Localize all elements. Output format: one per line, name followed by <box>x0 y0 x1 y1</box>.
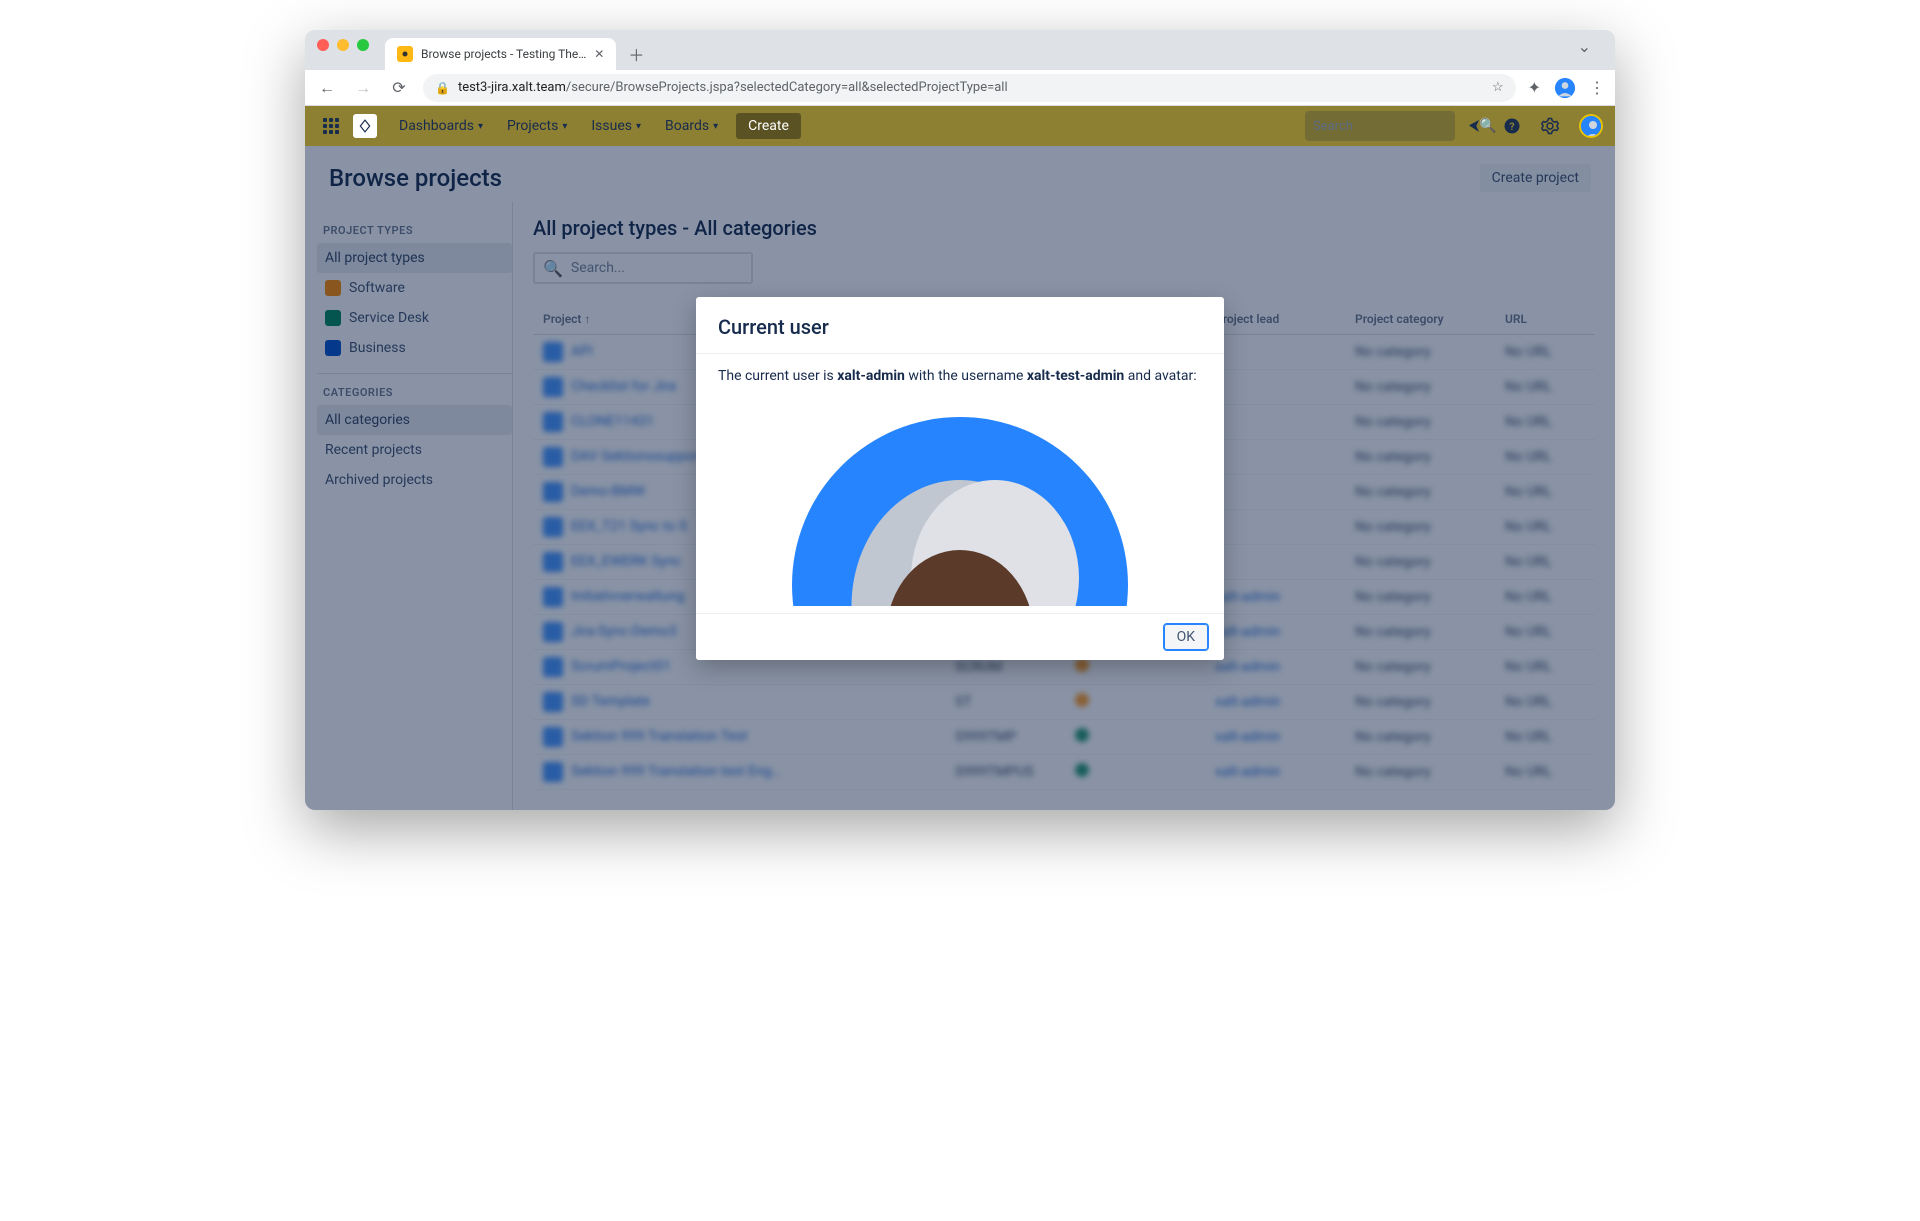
maximize-window-button[interactable] <box>357 39 369 51</box>
minimize-window-button[interactable] <box>337 39 349 51</box>
modal-body: The current user is xalt-admin with the … <box>696 353 1224 613</box>
extensions-icon[interactable]: ✦ <box>1528 78 1541 97</box>
modal-title: Current user <box>696 297 1224 353</box>
lock-icon: 🔒 <box>435 81 450 95</box>
forward-button[interactable]: → <box>351 78 375 98</box>
nav-search[interactable]: 🔍 <box>1305 111 1455 141</box>
address-bar: ← → ⟳ 🔒 test3-jira.xalt.team/secure/Brow… <box>305 70 1615 106</box>
chevron-down-icon: ▾ <box>713 121 718 132</box>
feedback-icon[interactable] <box>1459 106 1491 146</box>
star-icon[interactable]: ☆ <box>1492 80 1504 95</box>
nav-search-input[interactable] <box>1313 119 1479 134</box>
nav-dashboards[interactable]: Dashboards▾ <box>389 106 493 146</box>
user-avatar-large <box>718 396 1202 606</box>
chevron-down-icon: ▾ <box>562 121 567 132</box>
modal-footer: OK <box>696 613 1224 660</box>
nav-issues[interactable]: Issues▾ <box>581 106 651 146</box>
browser-menu-button[interactable]: ⋮ <box>1589 78 1605 97</box>
create-button[interactable]: Create <box>736 113 801 139</box>
app-switcher-icon[interactable] <box>317 112 345 140</box>
jira-topnav: Dashboards▾ Projects▾ Issues▾ Boards▾ Cr… <box>305 106 1615 146</box>
modal-overlay[interactable]: Current user The current user is xalt-ad… <box>305 146 1615 810</box>
browser-tab-strip: Browse projects - Testing The… ✕ ＋ ⌄ <box>305 30 1615 70</box>
browser-tab[interactable]: Browse projects - Testing The… ✕ <box>385 38 616 70</box>
jira-logo[interactable] <box>353 114 377 138</box>
reload-button[interactable]: ⟳ <box>387 78 411 97</box>
modal-text: The current user is xalt-admin with the … <box>718 368 1202 384</box>
close-tab-button[interactable]: ✕ <box>594 47 604 61</box>
chevron-down-icon: ▾ <box>636 121 641 132</box>
settings-icon[interactable] <box>1533 106 1567 146</box>
url-input[interactable]: 🔒 test3-jira.xalt.team/secure/BrowseProj… <box>423 74 1516 102</box>
help-icon[interactable]: ? <box>1495 106 1529 146</box>
close-window-button[interactable] <box>317 39 329 51</box>
back-button[interactable]: ← <box>315 78 339 98</box>
tab-options-button[interactable]: ⌄ <box>1566 30 1603 70</box>
tab-title: Browse projects - Testing The… <box>421 47 586 61</box>
window-controls <box>317 30 369 70</box>
profile-avatar-button[interactable] <box>1555 78 1575 98</box>
ok-button[interactable]: OK <box>1164 624 1208 650</box>
new-tab-button[interactable]: ＋ <box>616 38 656 70</box>
url-display: test3-jira.xalt.team/secure/BrowseProjec… <box>458 80 1008 95</box>
chevron-down-icon: ▾ <box>478 121 483 132</box>
nav-projects[interactable]: Projects▾ <box>497 106 577 146</box>
nav-boards[interactable]: Boards▾ <box>655 106 728 146</box>
current-user-modal: Current user The current user is xalt-ad… <box>696 297 1224 660</box>
user-avatar-button[interactable] <box>1579 114 1603 138</box>
svg-text:?: ? <box>1509 120 1514 133</box>
favicon-icon <box>397 46 413 62</box>
